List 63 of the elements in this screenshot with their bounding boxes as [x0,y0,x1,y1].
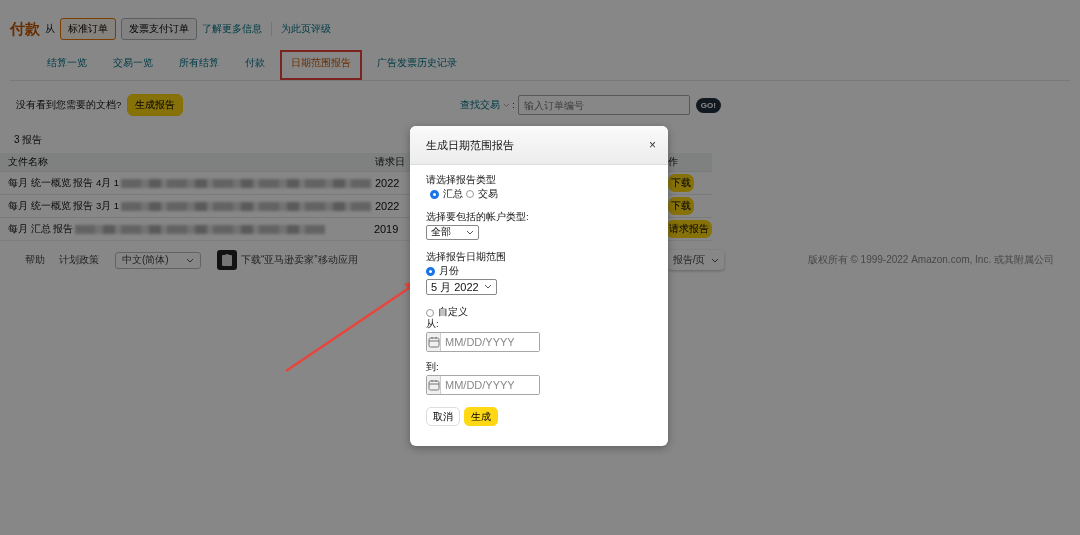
date-field[interactable]: MM/DD/YYYY [426,332,540,352]
tab[interactable]: 广告发票历史记录 [366,50,468,80]
field-label: 从: [426,319,440,330]
field-label: 到: [426,362,440,373]
language-select[interactable]: 中文(简体) [115,251,201,269]
go-button[interactable]: GO! [695,97,721,113]
field-label: 选择要包括的帐户类型: [426,211,530,223]
header-link[interactable]: 了解更多信息 [202,22,262,36]
request-date: 2022 [375,177,400,189]
dialog-title: 生成日期范围报告 [426,137,514,153]
column-header: 作 [667,155,679,169]
caret-icon [711,257,720,263]
app-download-link[interactable]: 下载“亚马逊卖家”移动应用 [241,253,358,267]
month-select[interactable]: 5 月 2022 [426,278,497,296]
date-field[interactable]: MM/DD/YYYY [426,374,540,395]
tab[interactable]: 交易一览 [102,50,164,80]
page-size-select[interactable]: 报告/页 [667,250,725,270]
file-name: 每月 汇总 报告 [8,222,74,236]
file-name: 每月 统一概览 报告 3月 1 [8,199,120,213]
calendar-icon [427,378,440,391]
caret-icon [503,102,511,108]
calendar-icon [427,336,440,348]
download-button[interactable]: 请求报告 [666,220,712,238]
column-header: 文件名称 [7,155,49,169]
field-label: 选择报告日期范围 [426,251,507,263]
tab[interactable]: 付款 [234,50,276,80]
caret-icon [186,257,194,263]
radio-label: 汇总 [443,188,463,200]
order-type-button[interactable]: 发票支付订单 [121,18,197,40]
close-button[interactable]: × [649,138,656,152]
caret-icon [466,229,474,235]
file-name: 每月 统一概览 报告 4月 1 [8,176,120,190]
report-count: 3 报告 [14,133,43,147]
header-link[interactable]: 为此页评级 [281,22,331,36]
download-button[interactable]: 下载 [668,197,694,215]
request-date: 2019 [373,223,399,235]
tab[interactable]: 日期范围报告 [280,50,362,80]
page-title: 付款 [10,19,40,39]
order-search-field[interactable]: 输入订单编号 [517,95,690,115]
separator: : [512,100,515,110]
radio-button[interactable] [430,189,439,199]
radio-label: 交易 [478,188,498,200]
order-type-button[interactable]: 标准订单 [60,18,116,40]
search-type-dropdown[interactable]: 查找交易 [460,98,511,112]
field-label: 请选择报告类型 [426,175,497,186]
caret-icon [484,284,492,290]
footer-link[interactable]: 计划政策 [59,253,99,267]
radio-label: 月份 [439,265,459,277]
generate-report-button[interactable]: 生成报告 [127,94,184,116]
download-button[interactable]: 下载 [668,174,694,192]
footer-link[interactable]: 帮助 [25,253,45,267]
tab[interactable]: 所有结算 [168,50,230,80]
request-date: 2022 [375,200,400,212]
radio-label: 自定义 [438,307,468,319]
column-header: 请求日 [375,155,405,167]
cancel-button[interactable]: 取消 [426,406,460,427]
account-type-select[interactable]: 全部 [426,224,479,240]
radio-button[interactable] [426,266,435,276]
app-icon [217,250,237,270]
prompt-text: 没有看到您需要的文档? [16,98,122,112]
generate-button[interactable]: 生成 [464,406,498,427]
from-label: 从 [45,22,55,36]
tab[interactable]: 结算一览 [36,50,98,80]
